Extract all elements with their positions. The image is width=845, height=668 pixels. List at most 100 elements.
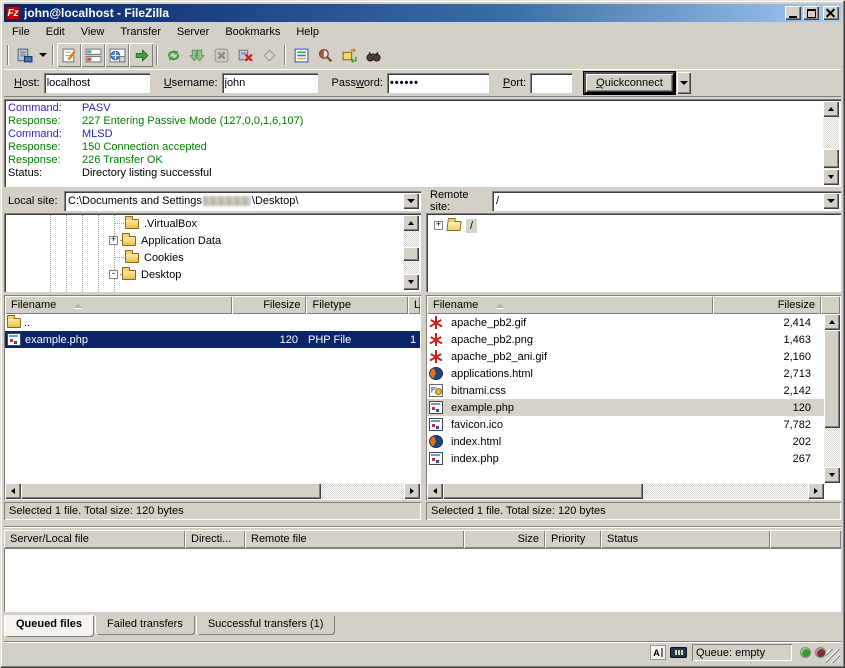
file-row-example-php[interactable]: example.php 120 [427,399,824,416]
cancel-button[interactable] [209,43,233,67]
quickconnect-button[interactable]: Quickconnect [584,72,675,94]
site-manager-dropdown-button[interactable] [36,43,49,67]
tab-failed-transfers[interactable]: Failed transfers [95,616,195,635]
file-row[interactable]: apache_pb2.png 1,463 [427,331,824,348]
tree-item-desktop[interactable]: - Desktop [109,266,181,283]
site-manager-button[interactable] [12,43,36,67]
find-files-button[interactable] [361,43,385,67]
file-row-example-php[interactable]: example.php 120 PHP File 1 [5,331,420,348]
toggle-message-log-button[interactable] [57,43,81,67]
host-input[interactable] [44,73,150,93]
local-directory-tree[interactable]: .VirtualBox + Application Data Cookies -… [4,213,421,292]
column-header-filesize[interactable]: Filesize [232,296,307,314]
minimize-button[interactable] [785,6,801,20]
scrollbar-thumb[interactable] [403,247,419,261]
scroll-up-button[interactable] [403,215,419,231]
username-input[interactable] [222,73,318,93]
queue-list[interactable] [4,548,841,612]
column-header-filename[interactable]: Filename [427,296,713,314]
data-type-indicator-icon[interactable]: A [650,645,666,660]
scroll-down-button[interactable] [823,169,839,185]
process-queue-button[interactable] [185,43,209,67]
file-row[interactable]: bitnami.css 2,142 [427,382,824,399]
menu-view[interactable]: View [73,24,113,40]
tree-item-application-data[interactable]: + Application Data [109,232,221,249]
scroll-left-button[interactable] [427,483,443,499]
column-header-filesize[interactable]: Filesize [713,296,821,314]
expand-icon[interactable]: + [109,236,118,245]
toolbar-separator [284,45,286,65]
column-header-priority[interactable]: Priority [545,530,601,548]
menu-transfer[interactable]: Transfer [112,24,169,40]
remote-directory-tree[interactable]: + / [426,213,841,292]
expand-icon[interactable]: + [434,221,443,230]
local-site-combobox[interactable]: C:\Documents and Settings\Desktop\ [64,191,421,211]
column-header-status[interactable]: Status [601,530,770,548]
column-header-filename[interactable]: Filename [5,296,232,314]
scrollbar-thumb[interactable] [443,483,643,499]
remote-site-dropdown-button[interactable] [823,193,839,209]
disconnect-button[interactable] [233,43,257,67]
column-header-last-modified[interactable]: L [408,296,420,314]
port-input[interactable] [530,73,572,93]
scrollbar-thumb[interactable] [824,330,840,428]
tab-successful-transfers[interactable]: Successful transfers (1) [196,616,336,635]
log-scrollbar[interactable] [823,101,839,185]
file-row[interactable]: index.php 267 [427,450,824,467]
remote-list-vscrollbar[interactable] [824,314,840,483]
toggle-transfer-queue-button[interactable] [129,43,153,67]
column-header-server-local-file[interactable]: Server/Local file [4,530,185,548]
scroll-right-button[interactable] [808,483,824,499]
quickconnect-dropdown-button[interactable] [677,72,691,94]
local-list-hscrollbar[interactable] [5,483,420,499]
file-row[interactable]: favicon.ico 7,782 [427,416,824,433]
column-header-size[interactable]: Size [464,530,545,548]
scroll-down-button[interactable] [403,274,419,290]
refresh-button[interactable] [161,43,185,67]
local-file-list[interactable]: Filename Filesize Filetype L .. example.… [4,295,421,500]
local-site-dropdown-button[interactable] [403,193,419,209]
scroll-right-button[interactable] [404,483,420,499]
collapse-icon[interactable]: - [109,270,118,279]
file-row-parent-dir[interactable]: .. [5,314,420,331]
menu-server[interactable]: Server [169,24,217,40]
splitter[interactable] [4,526,841,528]
scroll-left-button[interactable] [5,483,21,499]
close-button[interactable] [823,6,839,20]
tree-item-virtualbox[interactable]: .VirtualBox [125,215,197,232]
column-header-remote-file[interactable]: Remote file [245,530,464,548]
resize-grip[interactable] [826,649,840,663]
column-header-direction[interactable]: Directi... [185,530,245,548]
toggle-remote-tree-button[interactable] [105,43,129,67]
menu-file[interactable]: File [4,24,38,40]
scroll-up-button[interactable] [823,101,839,117]
password-input[interactable] [387,73,489,93]
scroll-up-button[interactable] [824,314,840,330]
maximize-button[interactable] [803,6,819,20]
toggle-local-tree-button[interactable] [81,43,105,67]
scroll-down-button[interactable] [824,467,840,483]
remote-list-hscrollbar[interactable] [427,483,824,499]
file-row[interactable]: index.html 202 [427,433,824,450]
menu-bookmarks[interactable]: Bookmarks [217,24,288,40]
file-row[interactable]: apache_pb2.gif 2,414 [427,314,824,331]
filter-button[interactable] [289,43,313,67]
local-tree-scrollbar[interactable] [403,215,419,290]
remote-site-combobox[interactable]: / [492,191,841,211]
scrollbar-thumb[interactable] [823,149,839,168]
tab-queued-files[interactable]: Queued files [4,616,94,637]
remote-file-list[interactable]: Filename Filesize apache_pb2.gif 2,414 a… [426,295,841,500]
scrollbar-thumb[interactable] [21,483,321,499]
menu-edit[interactable]: Edit [38,24,73,40]
title-bar[interactable]: Fz john@localhost - FileZilla [4,4,841,22]
synchronized-browsing-button[interactable] [337,43,361,67]
file-row[interactable]: applications.html 2,713 [427,365,824,382]
reconnect-button[interactable] [257,43,281,67]
column-header-filetype[interactable]: Filetype [306,296,408,314]
speed-limit-icon[interactable] [670,647,687,658]
menu-help[interactable]: Help [288,24,327,40]
tree-item-root[interactable]: + / [434,217,477,234]
directory-comparison-button[interactable] [313,43,337,67]
file-row[interactable]: apache_pb2_ani.gif 2,160 [427,348,824,365]
tree-item-cookies[interactable]: Cookies [125,249,184,266]
